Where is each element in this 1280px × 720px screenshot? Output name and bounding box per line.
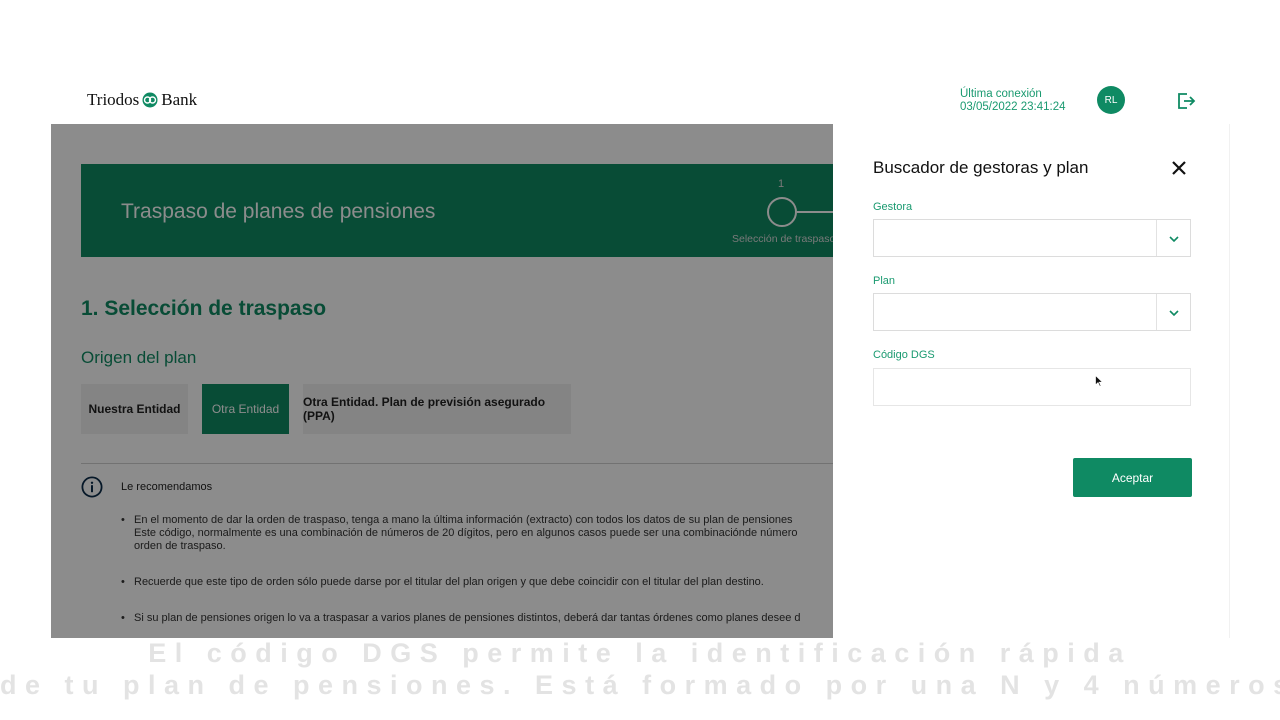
user-avatar[interactable]: RL — [1097, 86, 1125, 114]
logo-text-right: Bank — [161, 90, 198, 109]
plan-label: Plan — [873, 275, 896, 287]
last-connection-value: 03/05/2022 23:41:24 — [960, 101, 1066, 113]
logout-icon[interactable] — [1176, 91, 1196, 111]
dgs-code-input[interactable] — [873, 368, 1191, 406]
gestora-label: Gestora — [873, 201, 913, 213]
caption-line-2: de tu plan de pensiones. Está formado po… — [0, 670, 1280, 700]
gestora-select[interactable] — [873, 219, 1191, 257]
dgs-label: Código DGS — [873, 349, 935, 361]
select-separator — [1156, 220, 1157, 256]
plan-select[interactable] — [873, 293, 1191, 331]
logo-text-left: Triodos — [87, 90, 140, 109]
modal-backdrop[interactable] — [51, 124, 833, 638]
select-separator — [1156, 294, 1157, 330]
caption-line-1: El código DGS permite la identificación … — [148, 638, 1132, 668]
accept-button[interactable]: Aceptar — [1073, 458, 1192, 497]
chevron-down-icon[interactable] — [1168, 307, 1180, 319]
mouse-cursor-icon — [1095, 375, 1103, 387]
last-connection: Última conexión 03/05/2022 23:41:24 — [960, 88, 1066, 114]
panel-title: Buscador de gestoras y plan — [873, 158, 1089, 177]
triodos-logo[interactable]: Triodos Bank — [87, 90, 197, 110]
close-icon[interactable] — [1171, 160, 1187, 176]
chevron-down-icon[interactable] — [1168, 233, 1180, 245]
last-connection-label: Última conexión — [960, 88, 1042, 100]
triodos-logo-icon — [142, 92, 158, 108]
